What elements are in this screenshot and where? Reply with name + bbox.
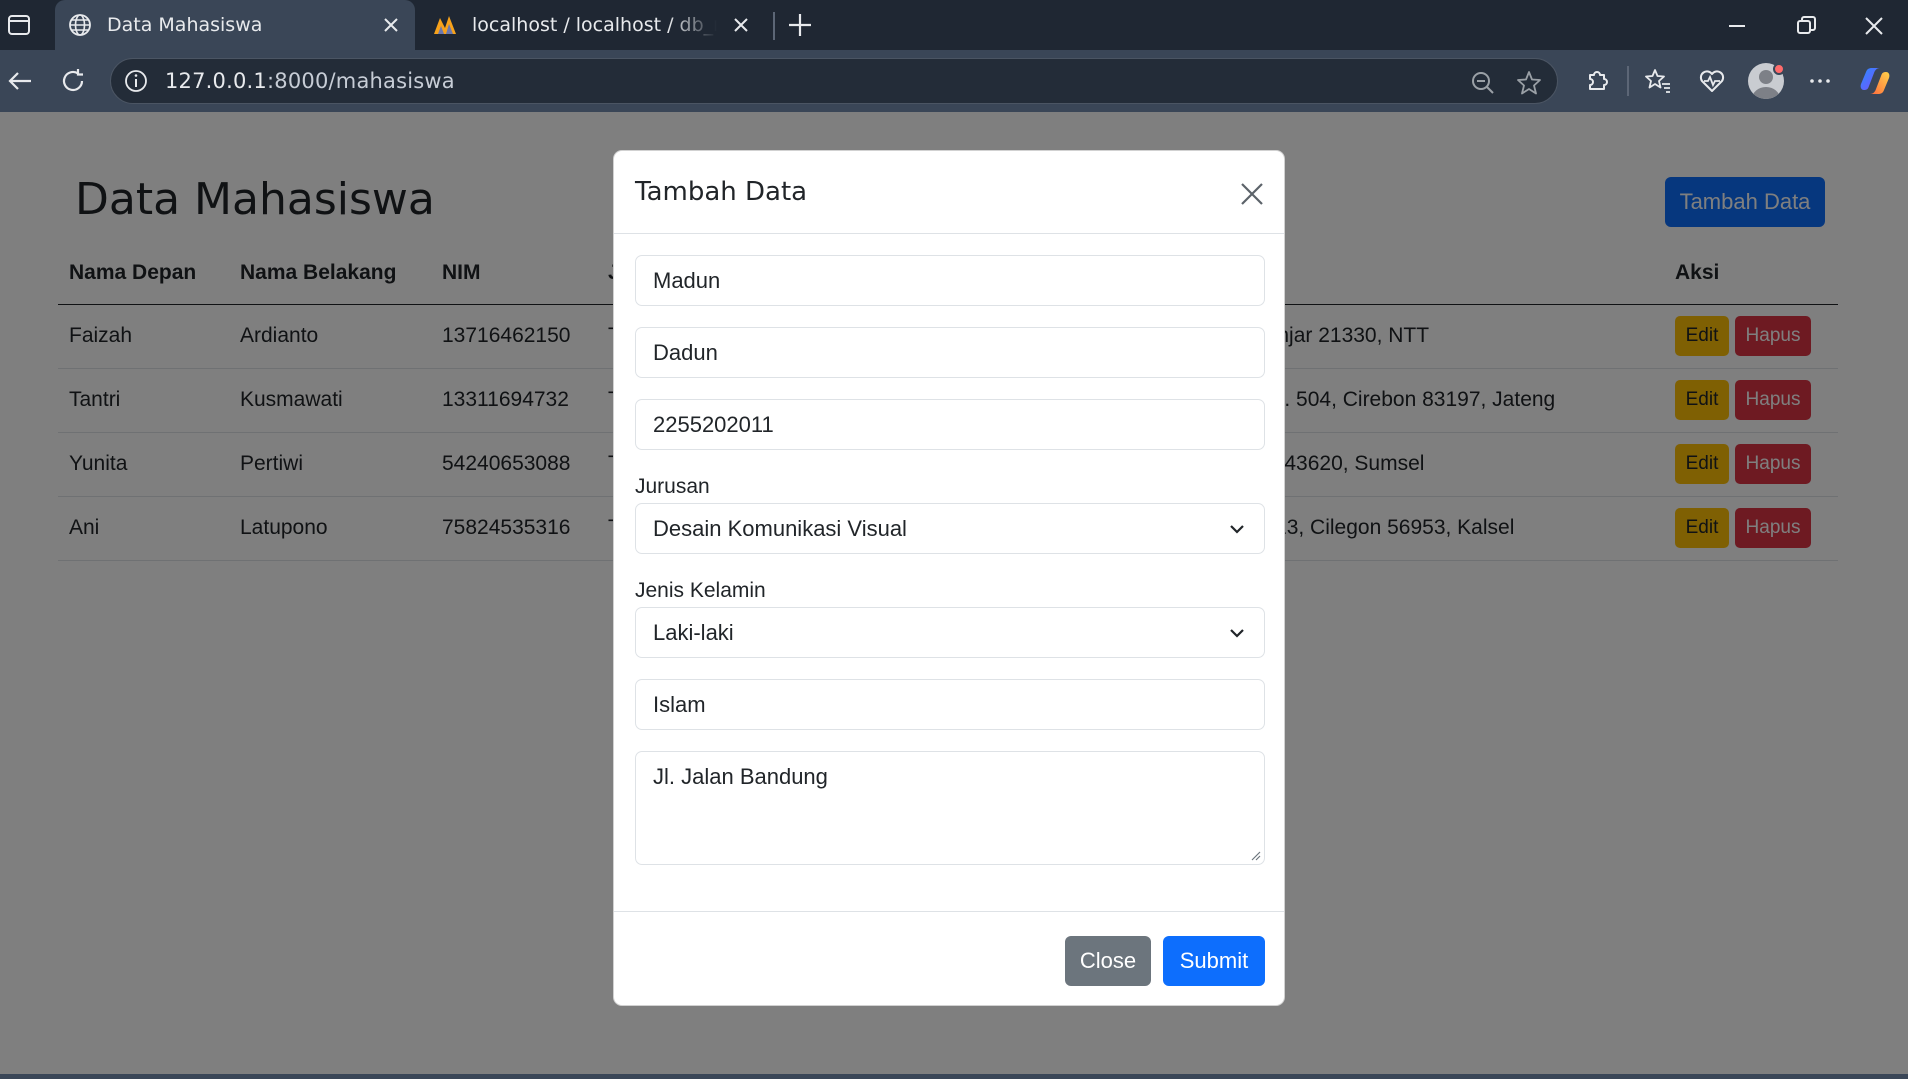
modal-header: Tambah Data bbox=[614, 151, 1284, 234]
url-host: 127.0.0.1 bbox=[165, 69, 267, 93]
modal-footer: Close Submit bbox=[614, 911, 1284, 1006]
new-tab-icon[interactable] bbox=[785, 10, 815, 40]
nim-input[interactable]: 2255202011 bbox=[635, 399, 1265, 450]
more-options-icon[interactable] bbox=[1805, 66, 1835, 96]
close-icon[interactable] bbox=[1239, 181, 1265, 207]
jenis-kelamin-select[interactable]: Laki-laki bbox=[635, 607, 1265, 658]
nama-belakang-value: Dadun bbox=[653, 339, 718, 365]
jenis-kelamin-label: Jenis Kelamin bbox=[635, 579, 766, 602]
browser-toolbar: 127.0.0.1:8000/mahasiswa bbox=[0, 50, 1908, 112]
jenis-kelamin-value: Laki-laki bbox=[653, 619, 734, 645]
modal-title: Tambah Data bbox=[635, 177, 808, 207]
chevron-down-icon bbox=[1230, 525, 1244, 534]
close-window-icon[interactable] bbox=[1860, 12, 1888, 40]
alamat-textarea[interactable]: Jl. Jalan Bandung bbox=[635, 751, 1265, 865]
tab-data-mahasiswa[interactable]: Data Mahasiswa bbox=[55, 0, 415, 50]
refresh-icon[interactable] bbox=[58, 66, 88, 96]
nama-depan-value: Madun bbox=[653, 267, 721, 293]
tab-title: localhost / localhost / db_mahasiswa bbox=[472, 14, 717, 36]
globe-icon bbox=[69, 14, 91, 36]
minimize-icon[interactable] bbox=[1723, 12, 1751, 40]
phpmyadmin-icon bbox=[434, 16, 456, 34]
favorite-star-icon[interactable] bbox=[1515, 69, 1543, 97]
back-arrow-icon[interactable] bbox=[5, 66, 35, 96]
window-bottom-border bbox=[0, 1074, 1908, 1079]
zoom-out-icon[interactable] bbox=[1469, 69, 1497, 97]
extensions-icon[interactable] bbox=[1582, 66, 1612, 96]
jurusan-label: Jurusan bbox=[635, 475, 710, 498]
jurusan-value: Desain Komunikasi Visual bbox=[653, 515, 907, 541]
url-text: 127.0.0.1:8000/mahasiswa bbox=[165, 69, 455, 93]
nama-depan-input[interactable]: Madun bbox=[635, 255, 1265, 306]
nim-value: 2255202011 bbox=[653, 411, 774, 437]
close-tab-icon[interactable] bbox=[381, 15, 401, 35]
favorites-icon[interactable] bbox=[1643, 66, 1673, 96]
browser-essentials-icon[interactable] bbox=[1697, 66, 1727, 96]
tab-title: Data Mahasiswa bbox=[107, 14, 263, 36]
tab-separator bbox=[773, 12, 775, 40]
notification-dot bbox=[1773, 63, 1785, 75]
submit-button[interactable]: Submit bbox=[1163, 936, 1265, 986]
agama-input[interactable]: Islam bbox=[635, 679, 1265, 730]
chevron-down-icon bbox=[1230, 629, 1244, 638]
agama-value: Islam bbox=[653, 691, 706, 717]
alamat-value: Jl. Jalan Bandung bbox=[653, 764, 828, 789]
tab-phpmyadmin[interactable]: localhost / localhost / db_mahasiswa bbox=[420, 0, 765, 50]
address-bar[interactable]: 127.0.0.1:8000/mahasiswa bbox=[110, 58, 1558, 104]
restore-icon[interactable] bbox=[1792, 12, 1820, 40]
tab-actions-icon[interactable] bbox=[6, 12, 32, 38]
browser-tab-bar: Data Mahasiswa localhost / localhost / d… bbox=[0, 0, 1908, 50]
close-tab-icon[interactable] bbox=[731, 15, 751, 35]
site-info-icon[interactable] bbox=[123, 68, 149, 94]
jurusan-select[interactable]: Desain Komunikasi Visual bbox=[635, 503, 1265, 554]
copilot-icon[interactable] bbox=[1858, 64, 1892, 98]
page-viewport: Data Mahasiswa Tambah Data Nama Depan Na… bbox=[0, 112, 1908, 1079]
close-button[interactable]: Close bbox=[1065, 936, 1151, 986]
add-data-modal: Tambah Data Madun Dadun 2255202011 Jurus… bbox=[613, 150, 1285, 1006]
toolbar-divider bbox=[1627, 66, 1629, 96]
resize-grip-icon[interactable] bbox=[1249, 849, 1261, 861]
url-path: :8000/mahasiswa bbox=[267, 69, 455, 93]
nama-belakang-input[interactable]: Dadun bbox=[635, 327, 1265, 378]
